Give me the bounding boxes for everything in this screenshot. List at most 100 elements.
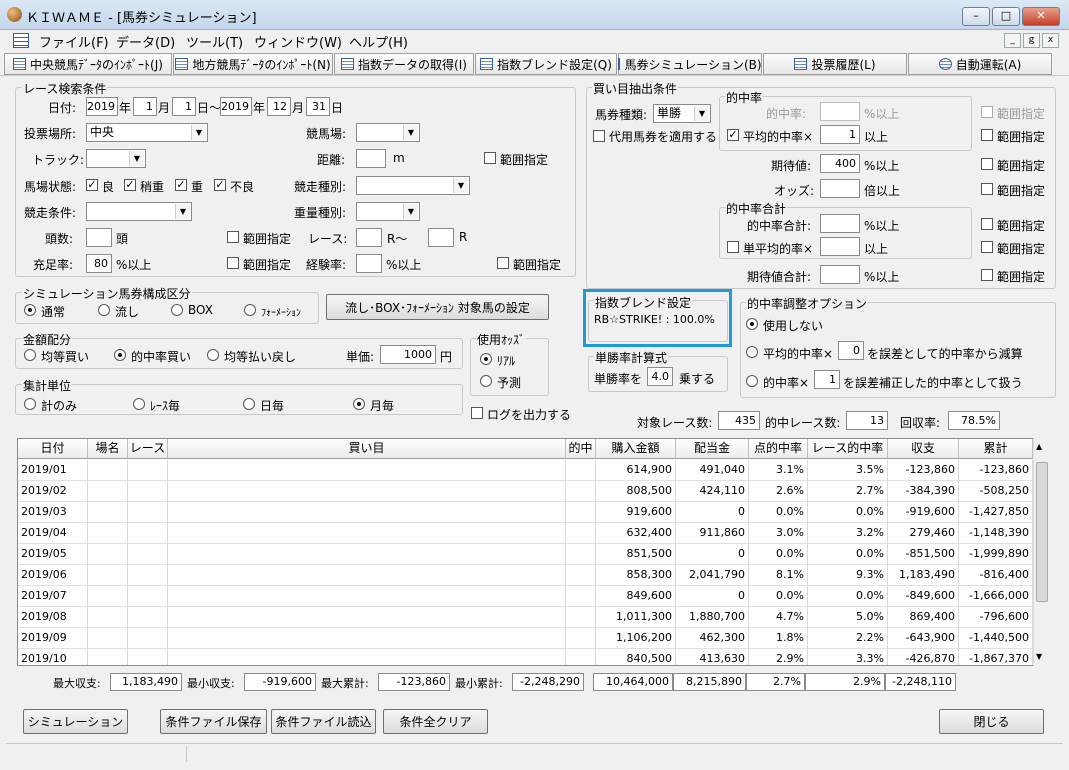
clear-conditions-button[interactable]: 条件全クリア: [383, 709, 488, 734]
weight-select[interactable]: ▼: [356, 202, 420, 221]
ticket-normal-radio[interactable]: [24, 304, 36, 316]
scroll-up-icon[interactable]: ▲: [1036, 442, 1042, 451]
adjust-subtract-input[interactable]: 0: [838, 341, 864, 360]
odds-range-checkbox[interactable]: [981, 183, 993, 195]
exp-rate-input[interactable]: [356, 254, 382, 273]
grid-header-cell[interactable]: 購入金額: [596, 439, 676, 459]
distance-input[interactable]: [356, 149, 386, 168]
distance-range-checkbox[interactable]: [484, 152, 496, 164]
expect-sum-range-checkbox[interactable]: [981, 269, 993, 281]
import-local-button[interactable]: 地方競馬ﾃﾞｰﾀのｲﾝﾎﾟｰﾄ(N): [173, 53, 333, 75]
avg-hit-input[interactable]: 1: [820, 125, 860, 144]
odds-real-radio[interactable]: [480, 353, 492, 365]
target-horse-button[interactable]: 流し･BOX･ﾌｫｰﾒｰｼｮﾝ 対象馬の設定: [326, 294, 549, 320]
load-conditions-button[interactable]: 条件ファイル読込: [271, 709, 376, 734]
fill-rate-input[interactable]: 80: [86, 254, 112, 273]
agg-total-radio[interactable]: [24, 398, 36, 410]
race-cond-select[interactable]: ▼: [86, 202, 192, 221]
grid-header-cell[interactable]: レース: [128, 439, 168, 459]
from-day-input[interactable]: 1: [172, 97, 196, 116]
mdi-minimize-button[interactable]: _: [1004, 33, 1021, 48]
simulation-button[interactable]: シミュレーション: [23, 709, 128, 734]
money-equal-radio[interactable]: [24, 349, 36, 361]
ticket-box-radio[interactable]: [171, 304, 183, 316]
agg-day-radio[interactable]: [243, 398, 255, 410]
grid-header-cell[interactable]: 累計: [959, 439, 1033, 459]
adjust-subtract-radio[interactable]: [746, 346, 758, 358]
condition-heavy-checkbox[interactable]: ✓: [175, 179, 187, 191]
condition-bad-checkbox[interactable]: ✓: [214, 179, 226, 191]
race-from-input[interactable]: [356, 228, 382, 247]
expect-input[interactable]: 400: [820, 154, 860, 173]
from-month-input[interactable]: 1: [133, 97, 157, 116]
expect-sum-input[interactable]: [820, 265, 860, 284]
condition-good-checkbox[interactable]: ✓: [86, 179, 98, 191]
grid-header-cell[interactable]: 的中: [566, 439, 596, 459]
grid-header-cell[interactable]: 買い目: [168, 439, 566, 459]
menu-file[interactable]: ファイル(F): [35, 32, 113, 51]
money-equal-payout-radio[interactable]: [207, 349, 219, 361]
hit-rate-range-checkbox[interactable]: [981, 106, 993, 118]
single-avg-range-checkbox[interactable]: [981, 241, 993, 253]
exp-range-checkbox[interactable]: [497, 257, 509, 269]
ticket-type-select[interactable]: 単勝 ▼: [653, 104, 711, 123]
grid-header-cell[interactable]: 点的中率: [749, 439, 808, 459]
menu-tools[interactable]: ツール(T): [182, 32, 247, 51]
ticket-nagashi-radio[interactable]: [98, 304, 110, 316]
close-button[interactable]: 閉じる: [939, 709, 1044, 734]
to-year-input[interactable]: 2019: [220, 97, 252, 116]
avg-hit-range-checkbox[interactable]: [981, 129, 993, 141]
odds-predict-radio[interactable]: [480, 375, 492, 387]
close-window-button[interactable]: ✕: [1022, 7, 1060, 26]
avg-hit-checkbox[interactable]: ✓: [727, 129, 739, 141]
condition-slightly-heavy-checkbox[interactable]: ✓: [124, 179, 136, 191]
ticket-formation-radio[interactable]: [244, 304, 256, 316]
to-month-input[interactable]: 12: [267, 97, 291, 116]
menu-window[interactable]: ウィンドウ(W): [250, 32, 346, 51]
agg-race-radio[interactable]: [133, 398, 145, 410]
to-day-input[interactable]: 31: [306, 97, 330, 116]
blend-settings-button[interactable]: 指数ブレンド設定(Q): [475, 53, 617, 75]
grid-header-cell[interactable]: 場名: [88, 439, 128, 459]
race-to-input[interactable]: [428, 228, 454, 247]
race-type-select[interactable]: ▼: [356, 176, 470, 195]
adjust-correct-radio[interactable]: [746, 375, 758, 387]
vote-history-button[interactable]: 投票履歴(L): [763, 53, 907, 75]
single-avg-input[interactable]: [820, 237, 860, 256]
minimize-button[interactable]: –: [962, 7, 990, 26]
fill-range-checkbox[interactable]: [227, 257, 239, 269]
win-formula-input[interactable]: 4.0: [647, 367, 673, 386]
from-year-input[interactable]: 2019: [86, 97, 118, 116]
money-hitrate-radio[interactable]: [114, 349, 126, 361]
heads-range-checkbox[interactable]: [227, 231, 239, 243]
grid-header-cell[interactable]: レース的中率: [808, 439, 888, 459]
results-grid[interactable]: 日付 場名 レース 買い目 的中 購入金額 配当金 点的中率 レース的中率 収支 累計 2019/0…: [17, 438, 1050, 666]
get-index-button[interactable]: 指数データの取得(I): [334, 53, 474, 75]
grid-vertical-scrollbar[interactable]: ▲ ▼: [1033, 438, 1050, 666]
ticket-sim-button[interactable]: 馬券シミュレーション(B): [618, 53, 762, 75]
scroll-thumb[interactable]: [1036, 462, 1048, 602]
hit-sum-input[interactable]: [820, 214, 860, 233]
grid-header-cell[interactable]: 収支: [888, 439, 959, 459]
log-output-checkbox[interactable]: [471, 407, 483, 419]
adjust-correct-input[interactable]: 1: [814, 370, 840, 389]
unit-price-input[interactable]: 1000: [380, 345, 436, 364]
grid-header-cell[interactable]: 配当金: [676, 439, 749, 459]
mdi-close-button[interactable]: x: [1042, 33, 1059, 48]
menu-help[interactable]: ヘルプ(H): [345, 32, 412, 51]
venue-select[interactable]: 中央 ▼: [86, 123, 208, 142]
course-select[interactable]: ▼: [356, 123, 420, 142]
menu-data[interactable]: データ(D): [112, 32, 179, 51]
heads-input[interactable]: [86, 228, 112, 247]
maximize-button[interactable]: □: [992, 7, 1020, 26]
agg-month-radio[interactable]: [353, 398, 365, 410]
expect-range-checkbox[interactable]: [981, 158, 993, 170]
auto-run-button[interactable]: 自動運転(A): [908, 53, 1052, 75]
odds-input[interactable]: [820, 179, 860, 198]
substitute-checkbox[interactable]: [593, 130, 605, 142]
track-type-select[interactable]: ▼: [86, 149, 146, 168]
mdi-restore-button[interactable]: ｇ: [1023, 33, 1040, 48]
save-conditions-button[interactable]: 条件ファイル保存: [160, 709, 267, 734]
hit-rate-input[interactable]: [820, 102, 860, 121]
scroll-down-icon[interactable]: ▼: [1036, 652, 1042, 661]
